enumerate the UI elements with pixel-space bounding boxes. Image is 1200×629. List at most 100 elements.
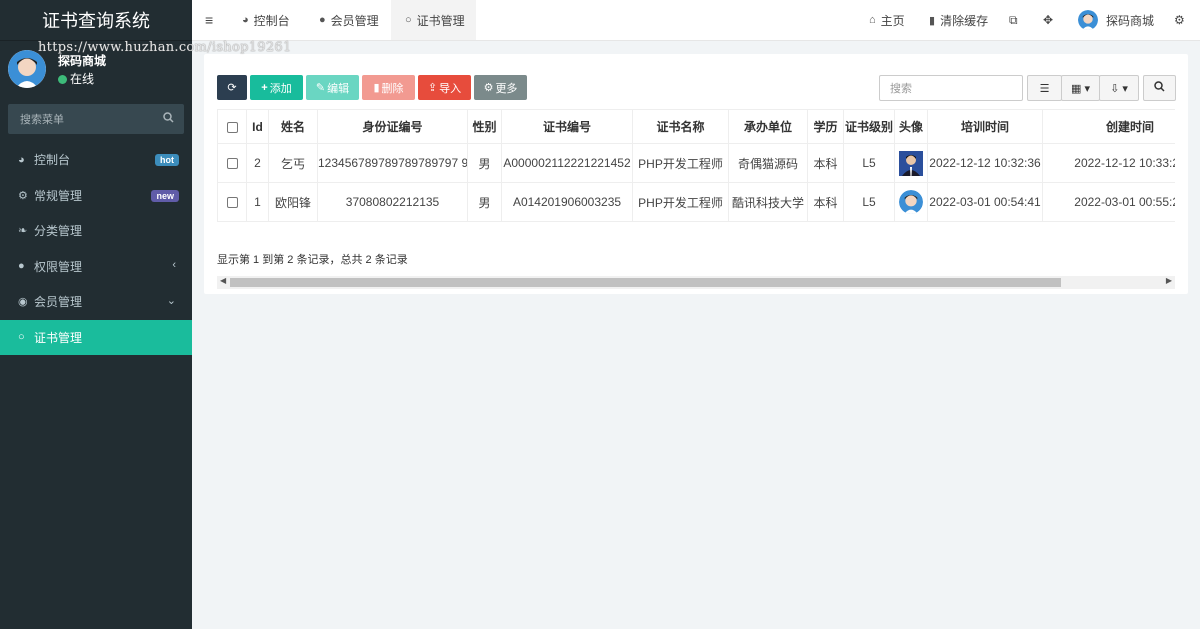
tab-certificate[interactable]: ○ 证书管理 xyxy=(391,0,476,40)
menu-toggle-icon[interactable]: ≡ xyxy=(205,0,213,40)
scroll-left-icon[interactable]: ◀ xyxy=(220,276,226,285)
cell-create-time: 2022-12-12 10:33:21 xyxy=(1042,143,1175,183)
scroll-right-icon[interactable]: ▶ xyxy=(1166,276,1172,285)
search-icon[interactable] xyxy=(163,112,174,126)
column-header[interactable]: 证书级别 xyxy=(843,109,895,144)
export-icon: ⇩ ▾ xyxy=(1110,82,1128,95)
column-header[interactable]: 创建时间 xyxy=(1042,109,1175,144)
dashboard-icon: ◕ xyxy=(242,14,249,26)
avatar[interactable] xyxy=(8,50,46,88)
home-icon: ⌂ xyxy=(869,14,876,26)
scrollbar-thumb[interactable] xyxy=(230,278,1061,287)
tab-member[interactable]: ● 会员管理 xyxy=(319,0,379,40)
table-search-input[interactable]: 搜索 xyxy=(879,75,1023,101)
toggle-view-button[interactable]: ☰ xyxy=(1027,75,1062,101)
columns-button[interactable]: ▦ ▾ xyxy=(1061,75,1100,101)
column-header[interactable]: Id xyxy=(246,109,269,144)
cell-id: 1 xyxy=(246,182,269,222)
list-icon: ☰ xyxy=(1039,82,1050,95)
table-toolbar: ⟳ + 添加 ✎ 编辑 ▮ 删除 ⇪ 导入 ⚙ 更多 xyxy=(217,75,530,100)
column-header[interactable]: 头像 xyxy=(894,109,928,144)
cell-org: 奇偶猫源码 xyxy=(728,143,808,183)
fullscreen-icon[interactable]: ✥ xyxy=(1043,0,1053,40)
new-badge: new xyxy=(151,189,179,202)
refresh-button[interactable]: ⟳ xyxy=(217,75,247,100)
column-header[interactable]: 身份证编号 xyxy=(317,109,468,144)
pagination-summary: 显示第 1 到第 2 条记录，总共 2 条记录 xyxy=(217,254,408,266)
home-label: 主页 xyxy=(880,13,905,28)
tab-label: 控制台 xyxy=(253,13,290,28)
add-button[interactable]: + 添加 xyxy=(250,75,303,100)
table-search-placeholder: 搜索 xyxy=(890,83,912,95)
cell-id: 2 xyxy=(246,143,269,183)
column-header[interactable]: 承办单位 xyxy=(728,109,808,144)
sidebar-item-category[interactable]: ❧ 分类管理 xyxy=(0,213,192,249)
export-button[interactable]: ⇩ ▾ xyxy=(1099,75,1139,101)
cell-level: L5 xyxy=(843,182,895,222)
watermark: https://www.huzhan.com/ishop19261 xyxy=(38,40,292,55)
column-header[interactable]: 姓名 xyxy=(268,109,318,144)
column-header[interactable]: 性别 xyxy=(467,109,502,144)
column-header[interactable]: 学历 xyxy=(807,109,844,144)
sidebar-menu: ◕ 控制台 hot ⚙ 常规管理 new ❧ 分类管理 ● 权限管理 ‹ ◉ 会… xyxy=(0,142,192,355)
home-link[interactable]: ⌂ 主页 xyxy=(869,0,905,40)
column-header[interactable]: 培训时间 xyxy=(927,109,1043,144)
clear-cache-label: 清除缓存 xyxy=(940,13,989,28)
cell-cert-name: PHP开发工程师 xyxy=(632,182,729,222)
horizontal-scrollbar[interactable]: ◀ ▶ xyxy=(217,276,1175,289)
upload-icon: ⇪ xyxy=(427,82,438,94)
circle-icon: ○ xyxy=(405,14,412,26)
column-header[interactable]: 证书编号 xyxy=(501,109,633,144)
import-button[interactable]: ⇪ 导入 xyxy=(418,75,471,100)
delete-button[interactable]: ▮ 删除 xyxy=(362,75,415,100)
hot-badge: hot xyxy=(155,154,179,166)
chevron-left-icon: ‹ xyxy=(172,258,176,271)
sidebar-item-general[interactable]: ⚙ 常规管理 new xyxy=(0,178,192,214)
row-checkbox[interactable] xyxy=(217,182,247,222)
cell-idcard: 123456789789789789797 9 xyxy=(317,143,468,183)
avatar-photo[interactable] xyxy=(899,190,923,214)
cell-name: 欧阳锋 xyxy=(268,182,318,222)
sidebar-item-label: 分类管理 xyxy=(34,224,83,239)
language-icon[interactable]: ⧉ xyxy=(1009,0,1018,40)
user-circle-icon: ◉ xyxy=(18,296,28,309)
group-icon: ● xyxy=(18,260,25,273)
dashboard-icon: ◕ xyxy=(18,153,25,166)
circle-icon: ○ xyxy=(18,331,25,344)
select-all-checkbox[interactable] xyxy=(217,109,247,144)
row-checkbox[interactable] xyxy=(217,143,247,183)
clear-cache-button[interactable]: ▮ 清除缓存 xyxy=(929,0,988,40)
cell-avatar[interactable] xyxy=(894,182,928,222)
user-icon: ● xyxy=(319,14,326,26)
menu-search-input[interactable]: 搜索菜单 xyxy=(8,104,184,134)
table-row[interactable]: 2 乞丐 123456789789789789797 9 男 A00000211… xyxy=(217,143,1175,183)
sidebar-item-label: 证书管理 xyxy=(34,330,83,345)
common-search-button[interactable] xyxy=(1143,75,1176,101)
settings-icon[interactable]: ⚙ xyxy=(1174,0,1185,40)
user-menu[interactable]: 探码商城 xyxy=(1078,0,1154,40)
sidebar-item-dashboard[interactable]: ◕ 控制台 hot xyxy=(0,142,192,178)
grid-icon: ▦ ▾ xyxy=(1071,82,1090,95)
sidebar-item-auth[interactable]: ● 权限管理 ‹ xyxy=(0,249,192,285)
sidebar-item-certificate[interactable]: ○ 证书管理 xyxy=(0,319,192,355)
more-button[interactable]: ⚙ 更多 xyxy=(474,75,527,100)
cog-icon: ⚙ xyxy=(483,82,494,94)
edit-label: 编辑 xyxy=(327,82,350,95)
cell-level: L5 xyxy=(843,143,895,183)
table-row[interactable]: 1 欧阳锋 37080802212135 男 A014201906003235 … xyxy=(217,182,1175,222)
edit-button[interactable]: ✎ 编辑 xyxy=(306,75,359,100)
sidebar-item-member[interactable]: ◉ 会员管理 ⌄ xyxy=(0,284,192,320)
cell-gender: 男 xyxy=(467,182,502,222)
app-title[interactable]: 证书查询系统 xyxy=(0,0,192,41)
more-label: 更多 xyxy=(495,82,518,95)
cell-idcard: 37080802212135 xyxy=(317,182,468,222)
cell-edu: 本科 xyxy=(807,143,844,183)
column-header[interactable]: 证书名称 xyxy=(632,109,729,144)
table-header-row: Id 姓名 身份证编号 性别 证书编号 证书名称 承办单位 学历 证书级别 头像… xyxy=(217,109,1175,144)
cell-train-time: 2022-12-12 10:32:36 xyxy=(927,143,1043,183)
tab-dashboard[interactable]: ◕ 控制台 xyxy=(242,0,290,40)
avatar xyxy=(1078,10,1098,30)
cell-avatar[interactable] xyxy=(894,143,928,183)
cell-cert-name: PHP开发工程师 xyxy=(632,143,729,183)
avatar-photo[interactable] xyxy=(899,150,923,176)
